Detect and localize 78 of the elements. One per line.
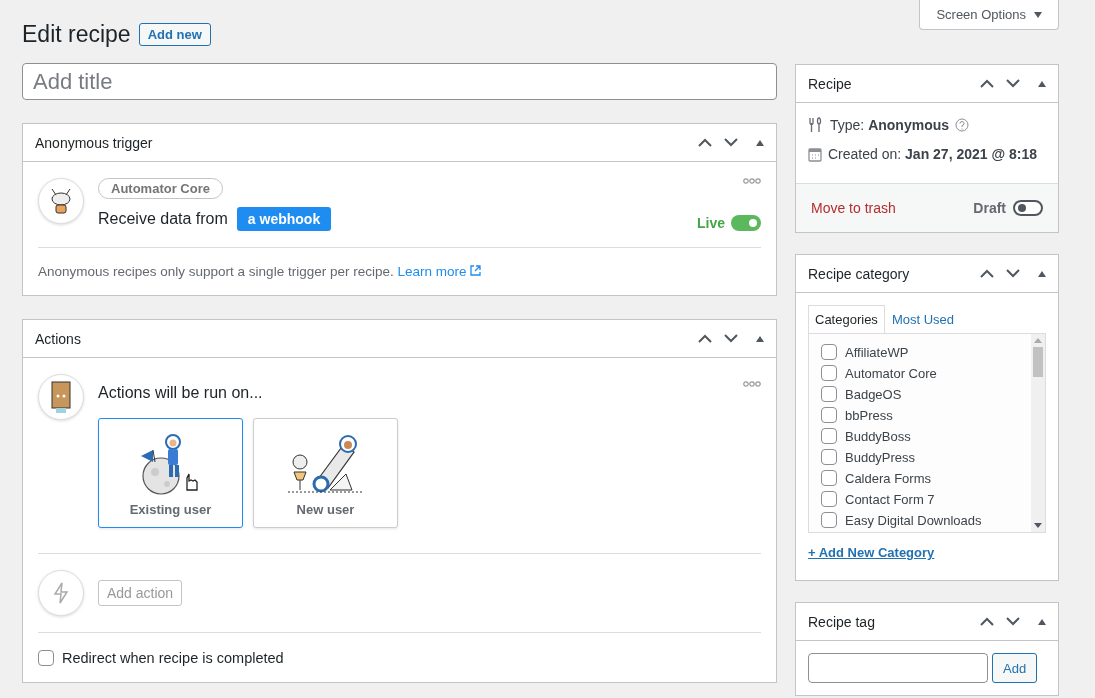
checkbox[interactable] [821, 344, 837, 360]
tag-field[interactable] [808, 653, 988, 683]
scroll-up-icon[interactable] [1034, 338, 1042, 343]
add-tag-button[interactable]: Add [992, 653, 1038, 683]
move-to-trash-link[interactable]: Move to trash [811, 200, 896, 216]
checkbox[interactable] [821, 365, 837, 381]
collapse-icon[interactable] [1038, 618, 1046, 625]
status-label: Live [697, 215, 725, 231]
collapse-icon[interactable] [756, 139, 764, 146]
title-field[interactable]: Add title [22, 63, 777, 100]
chevron-up-icon[interactable] [980, 269, 994, 278]
paper-bag-icon [38, 374, 84, 420]
status-label: Draft [973, 200, 1006, 216]
toggle-switch[interactable] [1013, 200, 1043, 216]
chevron-up-icon[interactable] [698, 334, 712, 343]
category-tab[interactable]: Categories [808, 305, 885, 333]
category-tab[interactable]: Most Used [884, 305, 961, 333]
user-type-option[interactable]: New user [253, 418, 398, 528]
chevron-down-icon[interactable] [724, 138, 738, 147]
trigger-sentence: Receive data from [98, 210, 228, 228]
user-type-option[interactable]: Existing user [98, 418, 243, 528]
external-link-icon [470, 265, 482, 276]
panel-title: Recipe tag [808, 613, 876, 630]
help-icon[interactable] [955, 118, 970, 132]
checkbox[interactable] [821, 449, 837, 465]
page-title: Edit recipe [22, 20, 131, 48]
checkbox[interactable] [821, 428, 837, 444]
panel-title: Recipe category [808, 265, 911, 282]
toggle-switch[interactable] [731, 215, 761, 231]
panel-title: Recipe [808, 75, 853, 92]
chevron-up-icon[interactable] [980, 79, 994, 88]
scrollbar[interactable] [1031, 334, 1045, 532]
checkbox[interactable] [821, 407, 837, 423]
checkbox[interactable] [821, 470, 837, 486]
category-label: Automator Core [845, 365, 937, 381]
recipe-type: Type: Anonymous [830, 117, 950, 133]
checkbox[interactable] [821, 386, 837, 402]
bolt-icon [38, 570, 84, 616]
collapse-icon[interactable] [756, 335, 764, 342]
add-category-link[interactable]: + Add New Category [808, 545, 935, 560]
collapse-icon[interactable] [1038, 270, 1046, 277]
add-new-button[interactable]: Add new [138, 22, 211, 46]
chevron-up-icon[interactable] [698, 138, 712, 147]
chevron-up-icon[interactable] [980, 617, 994, 626]
category-label: BadgeOS [845, 386, 902, 402]
trigger-note: Anonymous recipes only support a single trigger per recipe. Learn more [38, 264, 761, 279]
chevron-down-icon[interactable] [1006, 617, 1020, 626]
category-label: Caldera Forms [845, 470, 931, 486]
scroll-down-icon[interactable] [1034, 523, 1042, 528]
category-label: BuddyBoss [845, 428, 911, 444]
checkbox[interactable] [821, 491, 837, 507]
webhook-token[interactable]: a webhook [236, 207, 332, 231]
checkbox-label: Redirect when recipe is completed [62, 650, 284, 666]
more-icon[interactable] [743, 381, 761, 387]
scrollbar-thumb[interactable] [1033, 347, 1043, 377]
collapse-icon[interactable] [1038, 80, 1046, 87]
panel-title: Actions [35, 330, 82, 347]
calendar-icon [808, 146, 822, 162]
screen-options-button[interactable]: Screen Options [919, 0, 1059, 30]
category-label: bbPress [845, 407, 893, 423]
learn-more-link[interactable]: Learn more [397, 264, 482, 279]
add-action-button[interactable]: Add action [98, 580, 183, 606]
more-icon[interactable] [743, 178, 761, 184]
panel-title: Anonymous trigger [35, 134, 154, 151]
category-label: Contact Form 7 [845, 491, 935, 507]
actions-prompt: Actions will be run on... [98, 384, 264, 402]
checkbox[interactable] [821, 512, 837, 528]
created-date: Created on: Jan 27, 2021 @ 8:18 [828, 146, 1038, 162]
robot-icon [38, 178, 84, 224]
caret-icon [1034, 11, 1042, 18]
category-label: Easy Digital Downloads [845, 512, 982, 528]
category-label: BuddyPress [845, 449, 916, 465]
fork-spoon-icon [808, 117, 824, 133]
chevron-down-icon[interactable] [1006, 269, 1020, 278]
checkbox[interactable] [38, 650, 54, 666]
category-label: AffiliateWP [845, 344, 909, 360]
chevron-down-icon[interactable] [1006, 79, 1020, 88]
chevron-down-icon[interactable] [724, 334, 738, 343]
